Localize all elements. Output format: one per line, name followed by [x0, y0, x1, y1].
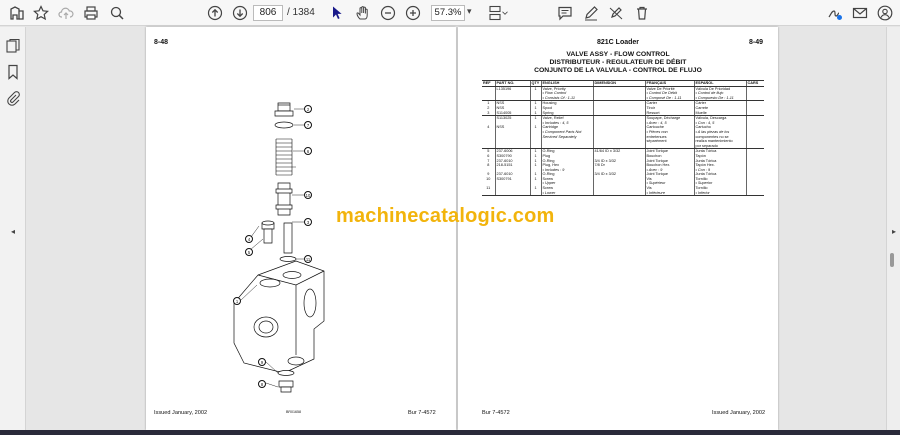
page-total-label: / 1384: [287, 7, 315, 18]
pdf-page-right: 821C Loader 8-49 VALVE ASSY - FLOW CONTR…: [458, 27, 778, 430]
home-icon[interactable]: [8, 4, 26, 22]
taskbar-strip: [0, 430, 900, 435]
title-french: DISTRIBUTEUR - REGULATEUR DE DÉBIT: [549, 59, 687, 66]
page-number-input[interactable]: 806: [253, 5, 283, 21]
chevron-down-icon[interactable]: [500, 4, 510, 22]
pages-panel-icon[interactable]: [4, 37, 22, 55]
footer-bur: Bur 7-4572: [482, 410, 510, 416]
title-spanish: CONJUNTO DE LA VALVULA - CONTROL DE FLUJ…: [534, 67, 702, 74]
zoom-dropdown-arrow[interactable]: ▾: [467, 6, 472, 17]
callout-5: 5: [245, 248, 253, 256]
collapse-left-icon[interactable]: ◂: [4, 222, 22, 240]
callout-2: 2: [304, 105, 312, 113]
parts-table: REF PART NO. QTY ENGLISH DIMENSION FRANÇ…: [482, 80, 764, 197]
table-row: • Lower • Inférieure • Inferior: [482, 190, 764, 197]
pen-draw-icon[interactable]: [582, 4, 600, 22]
table-cell-ref: [482, 190, 495, 197]
account-icon[interactable]: [876, 4, 894, 22]
zoom-level-input[interactable]: 57.3%: [431, 5, 465, 21]
page-number: 8-49: [749, 39, 764, 46]
callout-10: 10: [304, 191, 312, 199]
table-cell-fr: • Inférieure: [644, 190, 694, 197]
title-english: VALVE ASSY - FLOW CONTROL: [566, 51, 670, 58]
select-cursor-icon[interactable]: [328, 4, 346, 22]
footer-issued: Issued January, 2002: [712, 410, 766, 416]
callout-4: 4: [245, 235, 253, 243]
expand-right-icon[interactable]: ▸: [885, 222, 900, 240]
previous-page-icon[interactable]: [206, 4, 224, 22]
callout-6: 6: [304, 147, 312, 155]
callout-1: 1: [233, 297, 241, 305]
hand-pan-icon[interactable]: [354, 4, 372, 22]
comment-icon[interactable]: [556, 4, 574, 22]
pdf-page-left: 8-48 2 7 6 10 3 4 5 11 1 9 8 BR01658 Iss…: [146, 27, 456, 430]
attachment-icon[interactable]: [4, 89, 22, 107]
footer-bur: Bur 7-4572: [408, 410, 436, 416]
table-cell-es: • Inferior: [693, 190, 746, 197]
left-sidebar: ◂: [0, 27, 26, 435]
cloud-upload-icon[interactable]: [57, 4, 75, 22]
email-icon[interactable]: [851, 4, 869, 22]
table-cell-qty: [529, 190, 541, 197]
callout-3: 3: [304, 218, 312, 226]
zoom-out-icon[interactable]: [379, 4, 397, 22]
callout-8: 8: [258, 380, 266, 388]
highlight-icon[interactable]: [607, 4, 625, 22]
footer-issued: Issued January, 2002: [154, 410, 208, 416]
watermark: machinecatalogic.com: [336, 205, 555, 227]
model-heading: 821C Loader: [596, 39, 640, 46]
sign-tool-icon[interactable]: [826, 4, 844, 22]
print-icon[interactable]: [82, 4, 100, 22]
vertical-scrollbar-thumb[interactable]: [890, 253, 894, 267]
bookmark-star-icon[interactable]: [32, 4, 50, 22]
zoom-search-icon[interactable]: [108, 4, 126, 22]
callout-9: 9: [258, 358, 266, 366]
zoom-in-icon[interactable]: [404, 4, 422, 22]
callout-11: 11: [304, 255, 312, 263]
parts-table-body: L135196 1 Valve, Priority Valve De Priorité…: [482, 86, 764, 197]
next-page-icon[interactable]: [231, 4, 249, 22]
table-cell-dim: [592, 190, 645, 197]
bookmarks-panel-icon[interactable]: [4, 63, 22, 81]
callout-7: 7: [304, 121, 312, 129]
delete-trash-icon[interactable]: [633, 4, 651, 22]
right-sidebar: ▸: [886, 27, 900, 435]
table-cell-cars: [745, 190, 764, 197]
toolbar: 806 / 1384 57.3% ▾: [0, 0, 900, 26]
table-cell-part: [494, 190, 530, 197]
table-cell-en: • Lower: [540, 190, 593, 197]
figure-id: BR01658: [286, 410, 301, 414]
exploded-parts-diagram: [233, 102, 325, 393]
